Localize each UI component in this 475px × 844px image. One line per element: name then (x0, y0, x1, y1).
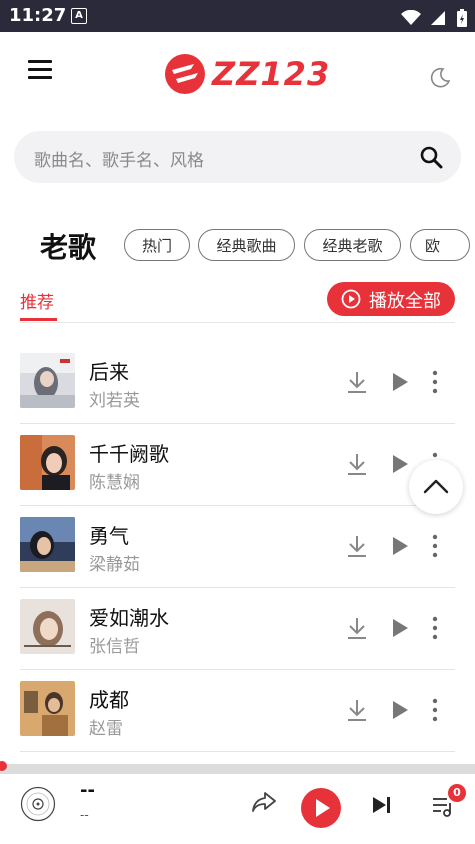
song-title: 爱如潮水 (89, 606, 169, 630)
album-cover-image (20, 353, 75, 408)
song-row[interactable]: 勇气 梁静茹 (20, 506, 455, 588)
dark-mode-button[interactable] (428, 66, 452, 94)
tab-recommend[interactable]: 推荐 (20, 288, 54, 313)
song-artist: 陈慧娴 (89, 473, 140, 493)
play-icon (393, 619, 408, 637)
divider (20, 322, 455, 323)
album-disc[interactable] (20, 786, 56, 826)
app-header: ZZ123 (0, 32, 475, 116)
menu-icon (28, 60, 52, 63)
chevron-up-icon (423, 479, 449, 494)
moon-icon (430, 67, 451, 88)
play-pause-button[interactable] (301, 788, 341, 828)
search-icon (420, 146, 443, 169)
queue-count-badge: 0 (448, 784, 466, 802)
logo-icon (165, 54, 205, 94)
app-logo: ZZ123 (164, 50, 330, 98)
album-cover-image (20, 681, 75, 736)
play-song-button[interactable] (390, 700, 410, 724)
song-title: 勇气 (89, 524, 129, 548)
search-input[interactable]: 歌曲名、歌手名、风格 (34, 146, 204, 171)
play-icon (393, 701, 408, 719)
more-vertical-icon (432, 534, 438, 558)
status-icons (400, 7, 467, 27)
download-icon (348, 618, 366, 639)
mini-player: -- -- 0 (0, 761, 475, 844)
chip-partial[interactable]: 欧 (410, 229, 470, 261)
song-artist: 张信哲 (89, 637, 140, 657)
play-song-button[interactable] (390, 618, 410, 642)
status-time: 11:27 (9, 5, 67, 26)
more-options-button[interactable] (430, 534, 440, 562)
progress-bar[interactable] (0, 764, 475, 774)
play-all-button[interactable]: 播放全部 (327, 282, 455, 316)
song-row[interactable]: 成都 赵雷 (20, 670, 455, 752)
share-icon (252, 792, 276, 812)
play-icon (316, 799, 330, 817)
next-track-button[interactable] (371, 795, 393, 819)
play-icon (393, 537, 408, 555)
chip-classic-songs[interactable]: 经典歌曲 (198, 229, 295, 261)
more-vertical-icon (432, 370, 438, 394)
signal-icon (430, 10, 445, 25)
download-icon (348, 700, 366, 721)
download-button[interactable] (346, 534, 368, 562)
now-playing-title: -- (80, 780, 95, 801)
more-options-button[interactable] (430, 616, 440, 644)
song-artist: 梁静茹 (89, 555, 140, 575)
song-row[interactable]: 千千阙歌 陈慧娴 (20, 424, 455, 506)
download-button[interactable] (346, 616, 368, 644)
wifi-icon (400, 9, 421, 25)
play-icon (393, 373, 408, 391)
more-vertical-icon (432, 616, 438, 640)
play-song-button[interactable] (390, 536, 410, 560)
chip-classic-oldies[interactable]: 经典老歌 (304, 229, 401, 261)
now-playing-artist: -- (80, 808, 89, 822)
battery-icon (457, 8, 467, 27)
play-icon (393, 455, 408, 473)
album-cover-image (20, 517, 75, 572)
search-button[interactable] (419, 145, 443, 173)
song-artist: 刘若英 (89, 391, 140, 411)
song-title: 成都 (89, 688, 129, 712)
song-title: 千千阙歌 (89, 442, 169, 466)
play-all-label: 播放全部 (369, 291, 441, 312)
download-icon (348, 372, 366, 393)
download-button[interactable] (346, 452, 368, 480)
album-cover-image (20, 599, 75, 654)
share-button[interactable] (251, 790, 277, 818)
row-divider (20, 751, 455, 752)
song-artist: 赵雷 (89, 719, 123, 739)
play-song-button[interactable] (390, 454, 410, 478)
logo-text: ZZ123 (212, 55, 331, 93)
more-options-button[interactable] (430, 370, 440, 398)
more-options-button[interactable] (430, 698, 440, 726)
chip-hot[interactable]: 热门 (124, 229, 190, 261)
disc-icon (20, 786, 56, 822)
download-button[interactable] (346, 698, 368, 726)
album-cover-image (20, 435, 75, 490)
category-row: 老歌 热门 经典歌曲 经典老歌 欧 (0, 224, 475, 268)
download-button[interactable] (346, 370, 368, 398)
download-icon (348, 536, 366, 557)
song-row[interactable]: 后来 刘若英 (20, 342, 455, 424)
skip-next-icon (373, 797, 390, 813)
status-bar: 11:27 A (0, 0, 475, 32)
more-vertical-icon (432, 698, 438, 722)
song-title: 后来 (89, 360, 129, 384)
tab-bar: 推荐 播放全部 (0, 280, 475, 324)
category-title: 老歌 (40, 231, 97, 264)
sim-notification-icon: A (71, 8, 87, 24)
download-icon (348, 454, 366, 475)
play-circle-icon (341, 289, 361, 309)
play-song-button[interactable] (390, 372, 410, 396)
scroll-to-top-button[interactable] (409, 460, 463, 514)
tab-indicator (20, 318, 57, 321)
search-bar[interactable]: 歌曲名、歌手名、风格 (14, 131, 461, 183)
song-row[interactable]: 爱如潮水 张信哲 (20, 588, 455, 670)
menu-button[interactable] (28, 60, 54, 84)
